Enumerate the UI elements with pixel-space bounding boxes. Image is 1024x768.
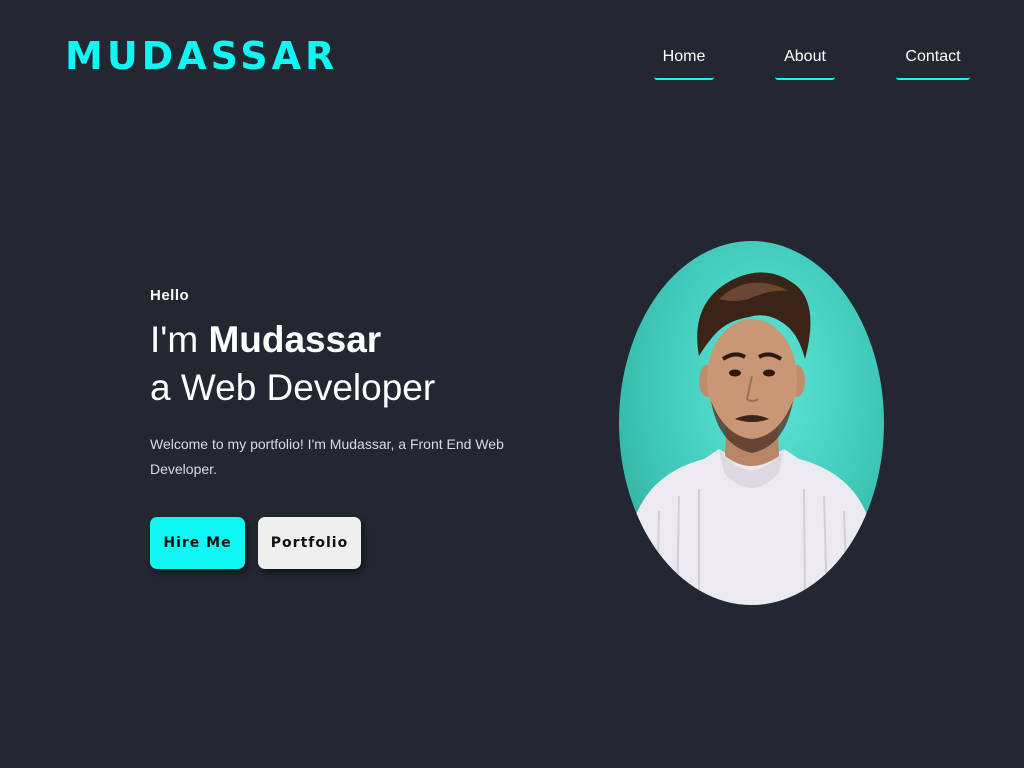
hero-headline: I'm Mudassar a Web Developer <box>150 316 530 412</box>
hero-name: Mudassar <box>208 319 382 360</box>
portfolio-button[interactable]: Portfolio <box>258 517 361 569</box>
greeting-text: Hello <box>150 287 190 304</box>
nav-link-about[interactable]: About <box>775 46 835 80</box>
intro-paragraph: Welcome to my portfolio! I'm Mudassar, a… <box>150 436 504 477</box>
hero-intro: Hello I'm Mudassar a Web Developer Welco… <box>150 284 530 482</box>
profile-illustration <box>619 272 884 605</box>
portfolio-page: MUDASSAR Home About Contact Hello I'm Mu… <box>0 0 1024 768</box>
main-nav: Home About Contact <box>650 46 980 82</box>
nav-link-home[interactable]: Home <box>654 46 714 80</box>
site-logo[interactable]: MUDASSAR <box>65 34 338 78</box>
profile-photo <box>619 241 884 605</box>
hero-role: a Web Developer <box>150 367 436 408</box>
headline-prefix: I'm <box>150 319 209 360</box>
hire-me-button[interactable]: Hire Me <box>150 517 245 569</box>
nav-link-contact[interactable]: Contact <box>896 46 970 80</box>
